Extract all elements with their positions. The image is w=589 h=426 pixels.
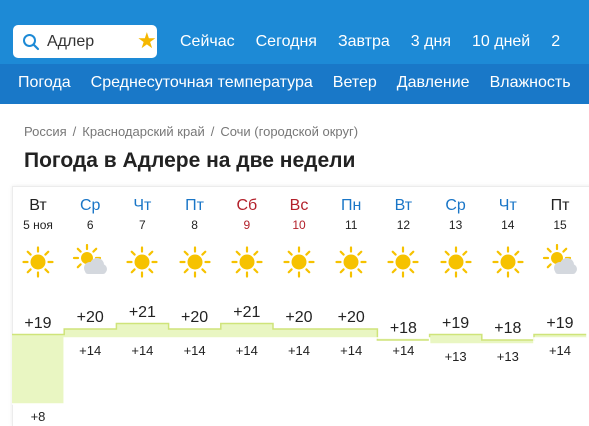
sun-cloud-icon: [542, 243, 578, 280]
breadcrumb-country[interactable]: Россия: [24, 124, 67, 139]
min-temperature-label: +14: [392, 343, 415, 358]
max-temperature-label: +20: [337, 309, 365, 326]
page-title: Погода в Адлере на две недели: [24, 149, 356, 172]
max-temperature-label: +18: [389, 320, 417, 337]
day-name: Вт: [29, 197, 47, 214]
day-name: Вт: [394, 197, 413, 214]
tab-wind[interactable]: Ветер: [333, 74, 377, 92]
sun-icon: [385, 244, 421, 280]
day-name: Чт: [133, 197, 152, 214]
tab-humidity[interactable]: Влажность: [490, 74, 571, 92]
breadcrumb-separator: /: [72, 124, 77, 139]
day-date: 9: [243, 218, 251, 232]
breadcrumb: Россия / Краснодарский край / Сочи (городско…: [24, 124, 358, 139]
forecast-day[interactable]: Чт 7: [116, 196, 168, 232]
city-search[interactable]: Адлер ★: [13, 25, 157, 58]
sub-header: Погода Среднесуточная температура Ветер Дав…: [0, 64, 589, 104]
search-input[interactable]: Адлер: [47, 33, 94, 51]
top-header: Адлер ★ Сейчас Сегодня Завтра 3 дня 10 дней 2: [0, 0, 589, 64]
forecast-day[interactable]: Ср 6: [64, 196, 116, 232]
forecast-day[interactable]: Пт 15: [534, 196, 586, 232]
tab-2-weeks[interactable]: 2: [551, 33, 560, 51]
min-temperature-label: +14: [340, 343, 363, 358]
forecast-day[interactable]: Вт 5 ноя: [12, 196, 64, 232]
sun-icon: [177, 244, 213, 280]
day-date: 12: [396, 218, 411, 232]
forecast-day[interactable]: Вс 10: [273, 196, 325, 232]
day-name: Ср: [79, 197, 101, 214]
max-temperature-label: +20: [76, 309, 104, 326]
day-date: 13: [448, 218, 463, 232]
tab-pressure[interactable]: Давление: [397, 74, 470, 92]
day-name: Чт: [498, 197, 517, 214]
forecast-day[interactable]: Сб 9: [221, 196, 273, 232]
sun-icon: [281, 244, 317, 280]
max-temperature-label: +19: [546, 314, 574, 332]
breadcrumb-region[interactable]: Краснодарский край: [82, 124, 204, 139]
tab-weather[interactable]: Погода: [18, 74, 71, 92]
day-date: 14: [501, 218, 515, 232]
max-temperature-label: +21: [233, 303, 261, 321]
sun-icon: [490, 244, 526, 280]
sun-icon: [438, 244, 474, 280]
day-name: Вс: [289, 197, 309, 214]
max-temperature-label: +19: [24, 314, 52, 332]
forecast-day[interactable]: Пн 11: [325, 196, 377, 232]
day-date: 11: [344, 218, 358, 232]
day-date: 8: [191, 218, 198, 232]
search-icon: [23, 34, 40, 51]
day-name: Ср: [445, 197, 466, 214]
sun-cloud-icon: [72, 243, 108, 280]
min-temperature-label: +14: [235, 343, 258, 358]
day-name: Пт: [185, 197, 204, 214]
breadcrumb-separator: /: [210, 124, 215, 139]
max-temperature-label: +19: [442, 314, 470, 332]
forecast-day[interactable]: Ср 13: [430, 196, 482, 232]
breadcrumb-city[interactable]: Сочи (городской округ): [220, 124, 358, 139]
sun-icon: [124, 244, 160, 280]
parameter-tabs: Погода Среднесуточная температура Ветер Дав…: [18, 74, 589, 92]
sun-icon: [20, 244, 56, 280]
max-temperature-label: +20: [285, 309, 313, 326]
day-date: 6: [86, 218, 94, 232]
min-temperature-label: +13: [496, 349, 519, 364]
min-temperature-label: +14: [131, 343, 154, 358]
max-temperature-label: +21: [128, 303, 156, 321]
forecast-day[interactable]: Пт 8: [169, 196, 221, 232]
tab-now[interactable]: Сейчас: [180, 33, 235, 51]
max-temperature-label: +20: [181, 309, 209, 326]
day-date: 7: [139, 218, 146, 232]
sun-icon: [333, 244, 369, 280]
tab-today[interactable]: Сегодня: [256, 33, 317, 51]
min-temperature-label: +14: [183, 343, 206, 358]
forecast-day[interactable]: Чт 14: [482, 196, 534, 232]
tab-3-days[interactable]: 3 дня: [411, 33, 451, 51]
day-name: Сб: [236, 197, 258, 214]
min-temperature-label: +14: [548, 343, 572, 358]
max-temperature-label: +18: [494, 320, 522, 337]
min-temperature-label: +13: [444, 349, 467, 364]
period-tabs: Сейчас Сегодня Завтра 3 дня 10 дней 2: [180, 33, 581, 51]
tab-tomorrow[interactable]: Завтра: [338, 33, 390, 51]
day-date: 5 ноя: [23, 218, 53, 232]
favorite-star-icon[interactable]: ★: [137, 30, 157, 52]
sun-icon: [229, 244, 265, 280]
day-name: Пт: [550, 197, 570, 214]
tab-avg-temperature[interactable]: Среднесуточная температура: [91, 74, 313, 92]
day-date: 10: [292, 218, 306, 232]
tab-10-days[interactable]: 10 дней: [472, 33, 530, 51]
min-temperature-label: +14: [287, 343, 311, 358]
min-temperature-label: +8: [30, 409, 46, 424]
forecast-day[interactable]: Вт 12: [377, 196, 429, 232]
day-date: 15: [553, 218, 567, 232]
min-temperature-label: +14: [79, 343, 102, 358]
day-name: Пн: [341, 197, 362, 214]
